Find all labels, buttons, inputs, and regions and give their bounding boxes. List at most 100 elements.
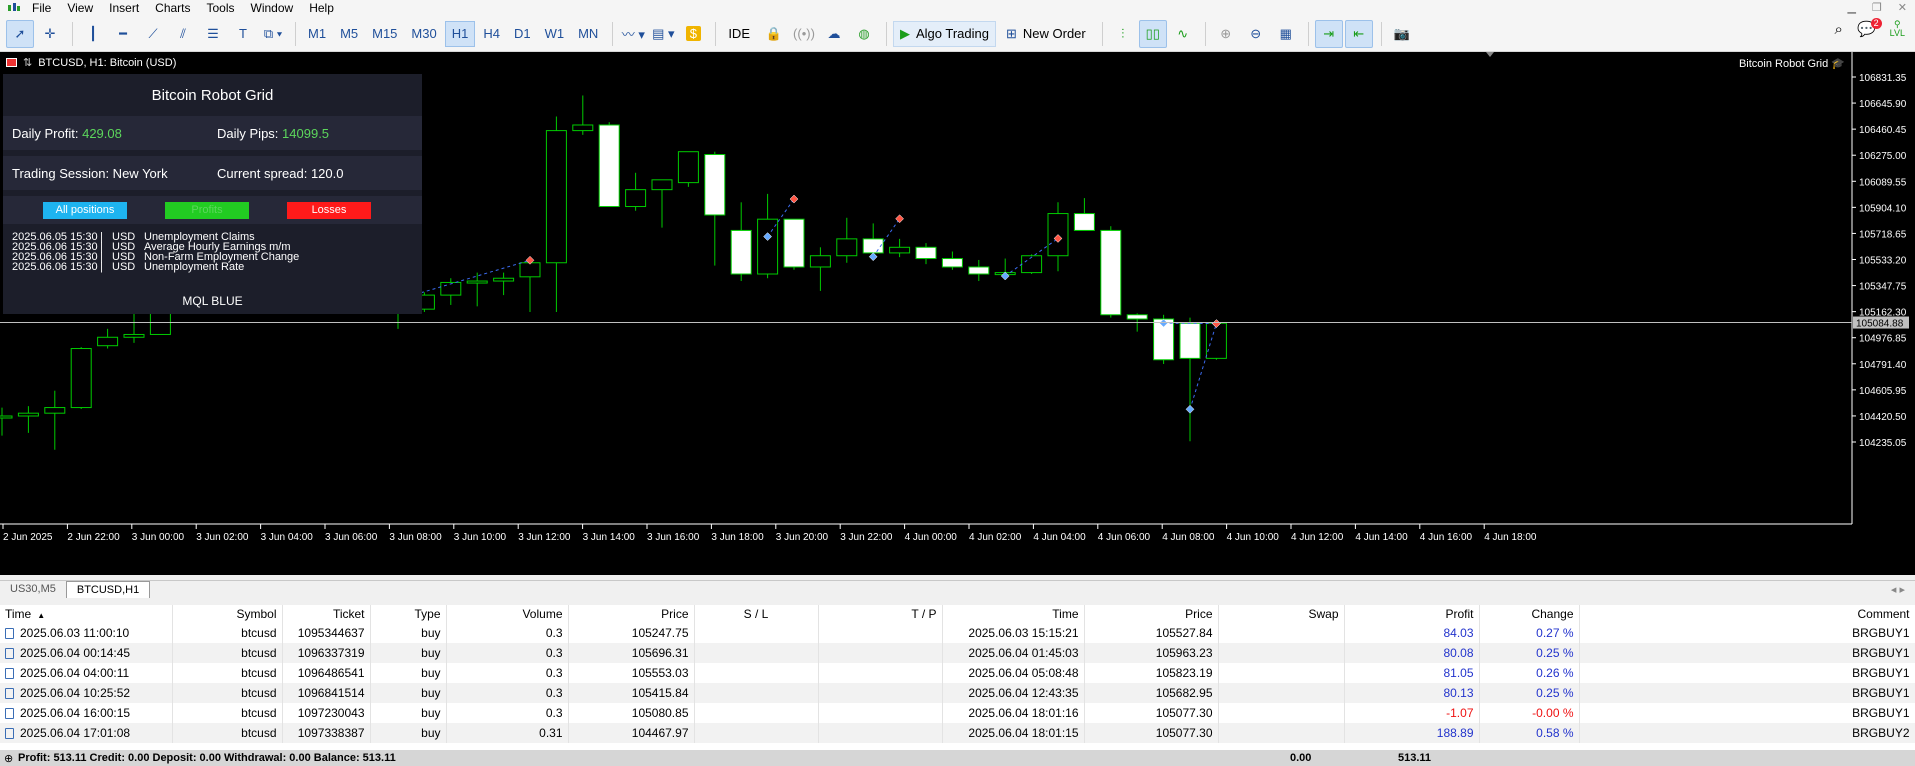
candle-body[interactable] [677,151,699,184]
candle-body[interactable] [545,130,567,264]
chart-shift-marker[interactable] [1486,52,1494,57]
timeframe-mn[interactable]: MN [572,21,604,47]
ea-hat-icon[interactable]: 🎓 [1831,58,1845,70]
candle-body[interactable] [123,333,145,338]
candle-body[interactable] [1179,322,1201,359]
timeframe-m30[interactable]: M30 [405,21,442,47]
restore-icon[interactable]: ❐ [1872,0,1882,16]
candle-body[interactable] [598,124,620,208]
table-row[interactable]: 2025.06.04 10:25:52 btcusd 1096841514 buy 0.… [0,683,1915,703]
candle-body[interactable] [466,280,488,284]
column-header[interactable]: Price [568,605,695,623]
candle-body[interactable] [730,229,752,275]
zoom-in-button[interactable]: ⊕ [1212,20,1240,48]
templates-button[interactable]: ▤ ▾ [649,20,677,48]
column-header[interactable]: S / L [694,605,819,623]
candle-body[interactable] [809,255,831,268]
candle-body[interactable] [757,218,779,275]
timeframe-m5[interactable]: M5 [334,21,364,47]
column-header[interactable]: Price [1084,605,1219,623]
table-row[interactable]: 2025.06.04 00:14:45 btcusd 1096337319 buy 0.… [0,643,1915,663]
autoscroll-button[interactable]: ⇥ [1314,19,1343,48]
column-header[interactable]: Profit [1344,605,1480,623]
losses-button[interactable]: Losses [287,201,371,219]
candle-body[interactable] [1021,255,1043,274]
column-header[interactable]: Ticket [282,605,371,623]
column-header[interactable]: Symbol [172,605,283,623]
column-header[interactable]: Change [1479,605,1580,623]
timeframe-m15[interactable]: M15 [366,21,403,47]
text-tool-button[interactable]: T [229,20,257,48]
column-header[interactable]: Time [942,605,1085,623]
table-row[interactable]: 2025.06.04 16:00:15 btcusd 1097230043 buy 0.… [0,703,1915,723]
ide-button[interactable]: IDE [722,21,756,47]
candle-body[interactable] [651,179,673,191]
candle-body[interactable] [97,336,119,347]
candle-body[interactable] [783,218,805,268]
candle-body[interactable] [941,258,963,268]
table-row[interactable]: 2025.06.03 11:00:10 btcusd 1095344637 buy 0.… [0,623,1915,643]
tile-windows-button[interactable]: ▦ [1272,20,1300,48]
tab-us30-m5[interactable]: US30,M5 [0,581,66,598]
fibonacci-button[interactable]: ☰ [199,20,227,48]
algo-trading-button[interactable]: ▶ Algo Trading [892,20,996,47]
timeframe-m1[interactable]: M1 [302,21,332,47]
column-header[interactable]: Time ▲ [0,605,173,623]
candle-body[interactable] [519,262,541,278]
candle-body[interactable] [44,407,66,414]
minimize-icon[interactable]: ▁ [1847,0,1855,16]
market-button[interactable]: $ [679,20,707,48]
candle-body[interactable] [17,412,39,417]
chart-menu-icon[interactable] [6,58,17,67]
menu-view[interactable]: View [63,0,105,16]
candle-body[interactable] [1073,213,1095,231]
crosshair-tool-button[interactable]: ✛ [36,20,64,48]
column-header[interactable]: Swap [1218,605,1345,623]
candle-body[interactable] [704,154,726,216]
timeframe-h1[interactable]: H1 [444,20,476,47]
profits-button[interactable]: Profits [165,201,249,219]
lock-button[interactable]: 🔒 [760,20,788,48]
column-header[interactable]: Type [370,605,447,623]
chart-area[interactable]: 106831.35 106645.90 106460.45 106275.00 1060… [0,52,1915,575]
line-chart-button[interactable]: ∿ [1169,20,1197,48]
horizontal-line-button[interactable]: ━ [109,20,137,48]
timeframe-w1[interactable]: W1 [539,21,571,47]
screenshot-button[interactable]: 📷 [1388,20,1416,48]
cursor-tool-button[interactable]: ➚ [6,19,34,48]
channel-button[interactable]: ⫽ [169,20,197,48]
candle-chart-button[interactable]: ▯▯ [1138,19,1167,48]
candle-body[interactable] [572,124,594,132]
candle-body[interactable] [889,246,911,254]
chart-shift-button[interactable]: ⇤ [1344,19,1373,48]
vertical-line-button[interactable]: ┃ [79,20,107,48]
column-header[interactable]: Volume [446,605,569,623]
vps-button[interactable]: ☁ [820,20,848,48]
buy-entry-marker[interactable] [1185,404,1195,414]
new-order-button[interactable]: ⊞ New Order [1000,21,1092,47]
candle-body[interactable] [625,189,647,208]
candle-body[interactable] [968,266,990,275]
candle-body[interactable] [493,277,515,282]
timeframe-h4[interactable]: H4 [477,21,506,47]
menu-help[interactable]: Help [305,0,346,16]
notifications-button[interactable]: 💬 2 [1857,18,1882,38]
exit-marker[interactable] [789,194,799,204]
tab-btcusd-h1[interactable]: BTCUSD,H1 [65,581,151,598]
shapes-button[interactable]: ⧉ ▾ [259,20,287,48]
candle-body[interactable] [915,246,937,260]
candle-body[interactable] [1126,314,1148,320]
table-row[interactable]: 2025.06.04 04:00:11 btcusd 1096486541 buy 0.… [0,663,1915,683]
close-icon[interactable]: ✕ [1898,0,1907,16]
search-icon[interactable]: ⌕ [1835,21,1843,38]
menu-tools[interactable]: Tools [203,0,247,16]
column-header[interactable]: Comment [1579,605,1915,623]
zoom-out-button[interactable]: ⊖ [1242,20,1270,48]
candle-body[interactable] [1205,322,1227,359]
exit-marker[interactable] [895,214,904,224]
signals-button[interactable]: ((•)) [790,20,818,48]
indicators-button[interactable]: 〰 ▾ [619,20,647,48]
menu-file[interactable]: File [28,0,63,16]
timeframe-d1[interactable]: D1 [508,21,537,47]
candle-body[interactable] [0,415,13,419]
